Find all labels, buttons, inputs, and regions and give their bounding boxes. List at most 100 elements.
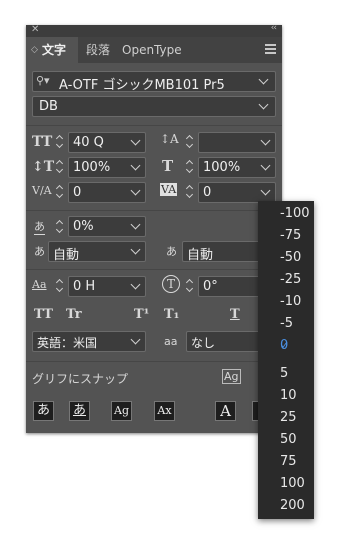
tracking-option[interactable]: 10 <box>258 385 314 407</box>
tsume-stepper[interactable] <box>56 220 64 234</box>
snap-icf-box-button[interactable]: あ <box>69 401 90 421</box>
tracking-option[interactable]: 100 <box>258 473 314 495</box>
chevron-down-icon[interactable] <box>130 160 141 171</box>
panel-tabs: ◇ 文字 段落 OpenType <box>26 37 282 63</box>
subscript-icon[interactable]: T₁ <box>164 307 179 322</box>
vertical-scale-icon: ↕T <box>32 159 55 175</box>
tab-character[interactable]: ◇ 文字 <box>26 37 78 63</box>
language-select[interactable]: 英語：米国 <box>32 331 146 352</box>
leading-aki-input[interactable] <box>198 132 276 153</box>
chevron-down-icon[interactable] <box>130 185 141 196</box>
font-size-stepper[interactable] <box>56 135 64 149</box>
tracking-option[interactable]: 25 <box>258 407 314 429</box>
tracking-option[interactable]: 50 <box>258 429 314 451</box>
panel-menu-icon[interactable] <box>265 44 276 54</box>
font-family-select[interactable]: ⚲▾ A-OTF ゴシックMB101 Pr5 <box>32 71 276 93</box>
tracking-option[interactable]: -5 <box>258 313 314 335</box>
baseline-shift-icon: Aa <box>32 278 47 291</box>
glyph-guide-icon[interactable]: Ag <box>222 369 241 384</box>
tracking-option-label: -75 <box>280 228 302 243</box>
tracking-option[interactable]: -25 <box>258 269 314 291</box>
chevron-down-icon[interactable] <box>130 279 141 290</box>
tracking-option-label: 100 <box>280 476 305 491</box>
character-panel: ✕ ‹‹ ◇ 文字 段落 OpenType ⚲▾ A-OTF ゴシックMB101… <box>26 23 282 433</box>
antialias-icon: aa <box>164 335 178 348</box>
snap-angular-button[interactable]: A <box>215 401 236 421</box>
aki-left-select[interactable]: 自動 <box>48 241 146 263</box>
leading-aki-stepper[interactable] <box>186 135 194 149</box>
chevron-down-icon[interactable] <box>258 74 269 85</box>
tracking-option[interactable]: -50 <box>258 247 314 269</box>
tracking-option-label: -25 <box>280 272 302 287</box>
snap-glyph-bounds-button[interactable]: Ag <box>111 401 132 421</box>
chevron-down-icon[interactable] <box>260 135 271 146</box>
divider <box>26 269 282 270</box>
search-icon: ⚲▾ <box>36 74 50 87</box>
tab-opentype[interactable]: OpenType <box>118 37 188 63</box>
chevron-down-icon[interactable] <box>130 135 141 146</box>
tsume-icon: あ <box>34 220 45 235</box>
horizontal-scale-stepper[interactable] <box>186 160 194 174</box>
chevron-down-icon[interactable] <box>130 334 141 345</box>
tracking-option-label: 10 <box>280 388 297 403</box>
tracking-option-label: -10 <box>280 294 302 309</box>
superscript-icon[interactable]: T¹ <box>134 307 149 322</box>
tracking-input[interactable]: 0 <box>198 182 276 203</box>
tracking-option-label: -50 <box>280 250 302 265</box>
divider <box>26 361 282 362</box>
aki-right-icon: あ <box>166 245 177 258</box>
chevron-down-icon[interactable] <box>260 160 271 171</box>
tracking-option-label: 75 <box>280 454 297 469</box>
tsume-input[interactable]: 0% <box>68 216 146 237</box>
chevron-down-icon[interactable] <box>258 99 269 110</box>
vertical-scale-stepper[interactable] <box>56 160 64 174</box>
all-caps-icon[interactable]: TT <box>34 307 53 322</box>
tracking-dropdown: -100 -75 -50 -25 -10 -5 0 ✓ 5 10 25 50 75 100 200 <box>258 201 314 519</box>
reorder-icon: ◇ <box>31 45 38 55</box>
chevron-down-icon[interactable] <box>130 219 141 230</box>
snap-to-glyph-label: グリフにスナップ <box>32 372 129 386</box>
font-style-select[interactable]: DB <box>32 96 276 117</box>
tracking-option[interactable]: 0 ✓ <box>258 335 314 357</box>
leading-aki-icon: ↕A <box>160 132 179 146</box>
baseline-shift-stepper[interactable] <box>56 279 64 293</box>
tracking-option-label: -5 <box>280 316 293 331</box>
tracking-option[interactable]: 200 <box>258 495 314 517</box>
kerning-icon: V/A <box>32 184 52 197</box>
tracking-stepper[interactable] <box>186 185 194 199</box>
horizontal-scale-input[interactable]: 100% <box>198 157 276 178</box>
kerning-stepper[interactable] <box>56 185 64 199</box>
chevron-down-icon[interactable] <box>130 244 141 255</box>
tracking-option-label: 25 <box>280 410 297 425</box>
tracking-option-label: 5 <box>280 366 289 381</box>
underline-icon[interactable]: T <box>230 307 240 322</box>
vertical-scale-input[interactable]: 100% <box>68 157 146 178</box>
divider <box>26 210 282 211</box>
tracking-option-label: 50 <box>280 432 297 447</box>
tracking-option[interactable]: 75 <box>258 451 314 473</box>
tracking-option-label: -100 <box>280 206 310 221</box>
checkmark-icon: ✓ <box>280 339 290 352</box>
tracking-option[interactable]: -75 <box>258 225 314 247</box>
divider <box>26 125 282 126</box>
tracking-option[interactable]: -10 <box>258 291 314 313</box>
collapse-icon[interactable]: ‹‹ <box>271 23 277 33</box>
tracking-icon: VA <box>160 183 178 196</box>
chevron-down-icon[interactable] <box>260 185 271 196</box>
snap-em-box-button[interactable]: あ <box>33 401 54 421</box>
horizontal-scale-icon: T <box>162 157 174 175</box>
tracking-option[interactable]: -100 <box>258 203 314 225</box>
small-caps-icon[interactable]: Tr <box>66 307 82 322</box>
rotation-stepper[interactable] <box>186 279 194 293</box>
kerning-input[interactable]: 0 <box>68 182 146 203</box>
font-size-icon: TT <box>32 134 53 150</box>
tracking-option[interactable]: 5 <box>258 363 314 385</box>
aki-left-icon: あ <box>34 245 45 258</box>
close-icon[interactable]: ✕ <box>31 24 39 35</box>
font-size-input[interactable]: 40 Q <box>68 132 146 153</box>
snap-proximity-button[interactable]: Ax <box>154 401 175 421</box>
panel-titlebar: ✕ ‹‹ <box>26 23 282 37</box>
baseline-shift-input[interactable]: 0 H <box>68 276 146 297</box>
tab-paragraph[interactable]: 段落 <box>82 37 116 63</box>
character-rotation-icon: T <box>162 275 180 293</box>
